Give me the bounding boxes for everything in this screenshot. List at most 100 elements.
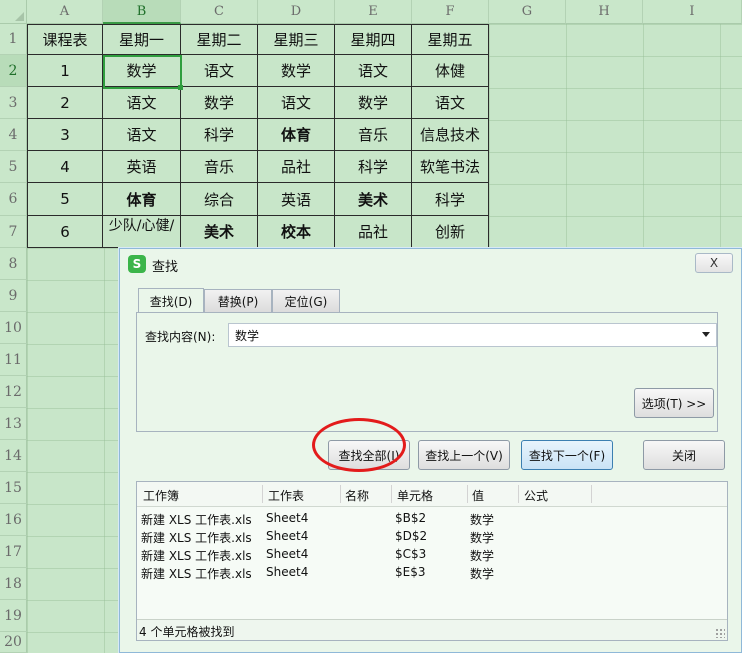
row-header-3[interactable]: 3 (0, 87, 27, 119)
table-cell[interactable]: 语文 (412, 87, 489, 119)
results-column-header[interactable]: 单元格 (397, 487, 433, 504)
results-row[interactable]: 新建 XLS 工作表.xls Sheet4 $D$2 数学 (137, 528, 727, 546)
column-header-f[interactable]: F (412, 0, 489, 24)
row-header-17[interactable]: 17 (0, 536, 27, 568)
select-all-corner[interactable] (0, 0, 27, 24)
table-cell[interactable]: 科学 (181, 119, 258, 151)
table-cell[interactable]: 2 (27, 87, 103, 119)
row-header-8[interactable]: 8 (0, 248, 27, 280)
table-cell[interactable]: 星期五 (412, 24, 489, 55)
row-header-1[interactable]: 1 (0, 24, 27, 55)
column-header-a[interactable]: A (27, 0, 103, 24)
row-header-16[interactable]: 16 (0, 504, 27, 536)
column-divider[interactable] (591, 485, 592, 503)
row-header-15[interactable]: 15 (0, 472, 27, 504)
row-header-11[interactable]: 11 (0, 344, 27, 376)
table-cell[interactable]: 数学 (181, 87, 258, 119)
row-header-13[interactable]: 13 (0, 408, 27, 440)
column-header-e[interactable]: E (335, 0, 412, 24)
table-cell[interactable]: 5 (27, 183, 103, 216)
column-divider[interactable] (262, 485, 263, 503)
row-header-4[interactable]: 4 (0, 119, 27, 151)
table-cell[interactable]: 英语 (103, 151, 181, 183)
dialog-close-button[interactable]: X (695, 253, 733, 273)
tab-replace[interactable]: 替换(P) (204, 289, 272, 313)
table-cell[interactable]: 6 (27, 216, 103, 248)
row-header-2[interactable]: 2 (0, 55, 27, 87)
row-header-20[interactable]: 20 (0, 632, 27, 653)
table-cell[interactable]: 3 (27, 119, 103, 151)
tab-goto[interactable]: 定位(G) (272, 289, 340, 313)
table-cell[interactable]: 1 (27, 55, 103, 87)
column-divider[interactable] (518, 485, 519, 503)
results-list[interactable]: 工作簿 工作表 名称 单元格 值 公式 新建 XLS 工作表.xls Sheet4 $B$2 数… (136, 481, 728, 641)
table-cell[interactable]: 星期三 (258, 24, 335, 55)
column-header-h[interactable]: H (566, 0, 643, 24)
row-header-19[interactable]: 19 (0, 600, 27, 632)
table-cell[interactable]: 体育 (103, 183, 181, 216)
table-cell[interactable]: 音乐 (335, 119, 412, 151)
table-cell[interactable]: 语文 (103, 119, 181, 151)
column-divider[interactable] (391, 485, 392, 503)
table-cell[interactable]: 语文 (258, 87, 335, 119)
fill-handle[interactable] (178, 85, 183, 90)
column-divider[interactable] (340, 485, 341, 503)
table-cell[interactable]: 星期四 (335, 24, 412, 55)
table-cell[interactable]: 课程表 (27, 24, 103, 55)
dropdown-arrow-icon[interactable] (702, 332, 710, 337)
table-cell[interactable]: 星期一 (103, 24, 181, 55)
table-cell[interactable]: 少队/心健/ (103, 216, 181, 248)
column-header-g[interactable]: G (489, 0, 566, 24)
results-row[interactable]: 新建 XLS 工作表.xls Sheet4 $B$2 数学 (137, 510, 727, 528)
column-header-c[interactable]: C (181, 0, 258, 24)
tab-find[interactable]: 查找(D) (138, 288, 204, 314)
find-content-input[interactable]: 数学 (228, 323, 717, 347)
table-cell[interactable]: 校本 (258, 216, 335, 248)
results-column-header[interactable]: 公式 (524, 487, 548, 504)
close-button[interactable]: 关闭 (643, 440, 725, 470)
table-cell[interactable]: 体健 (412, 55, 489, 87)
find-next-button[interactable]: 查找下一个(F) (521, 440, 613, 470)
results-row[interactable]: 新建 XLS 工作表.xls Sheet4 $C$3 数学 (137, 546, 727, 564)
row-header-5[interactable]: 5 (0, 151, 27, 183)
table-cell[interactable]: 软笔书法 (412, 151, 489, 183)
results-column-header[interactable]: 名称 (345, 487, 369, 504)
results-column-header[interactable]: 工作簿 (143, 487, 179, 504)
results-column-header[interactable]: 工作表 (268, 487, 304, 504)
table-cell[interactable]: 4 (27, 151, 103, 183)
row-header-14[interactable]: 14 (0, 440, 27, 472)
find-previous-button[interactable]: 查找上一个(V) (418, 440, 510, 470)
table-cell[interactable]: 数学 (103, 55, 181, 87)
column-divider[interactable] (467, 485, 468, 503)
table-cell[interactable]: 语文 (335, 55, 412, 87)
row-header-6[interactable]: 6 (0, 183, 27, 216)
row-header-9[interactable]: 9 (0, 280, 27, 312)
find-all-button[interactable]: 查找全部(I) (328, 440, 410, 470)
table-cell[interactable]: 美术 (181, 216, 258, 248)
table-cell[interactable]: 创新 (412, 216, 489, 248)
results-column-header[interactable]: 值 (472, 487, 484, 504)
row-header-10[interactable]: 10 (0, 312, 27, 344)
row-header-12[interactable]: 12 (0, 376, 27, 408)
column-header-d[interactable]: D (258, 0, 335, 24)
table-cell[interactable]: 语文 (103, 87, 181, 119)
table-cell[interactable]: 星期二 (181, 24, 258, 55)
table-cell[interactable]: 数学 (258, 55, 335, 87)
table-cell[interactable]: 科学 (335, 151, 412, 183)
results-row[interactable]: 新建 XLS 工作表.xls Sheet4 $E$3 数学 (137, 564, 727, 582)
table-cell[interactable]: 体育 (258, 119, 335, 151)
table-cell[interactable]: 品社 (258, 151, 335, 183)
table-cell[interactable]: 美术 (335, 183, 412, 216)
table-cell[interactable]: 综合 (181, 183, 258, 216)
table-cell[interactable]: 音乐 (181, 151, 258, 183)
options-button[interactable]: 选项(T) >> (634, 388, 714, 418)
column-header-i[interactable]: I (643, 0, 742, 24)
table-cell[interactable]: 数学 (335, 87, 412, 119)
table-cell[interactable]: 英语 (258, 183, 335, 216)
resize-grip-icon[interactable] (715, 628, 725, 638)
row-header-18[interactable]: 18 (0, 568, 27, 600)
table-cell[interactable]: 信息技术 (412, 119, 489, 151)
table-cell[interactable]: 品社 (335, 216, 412, 248)
dialog-titlebar[interactable]: S 查找 X (120, 249, 741, 279)
table-cell[interactable]: 语文 (181, 55, 258, 87)
